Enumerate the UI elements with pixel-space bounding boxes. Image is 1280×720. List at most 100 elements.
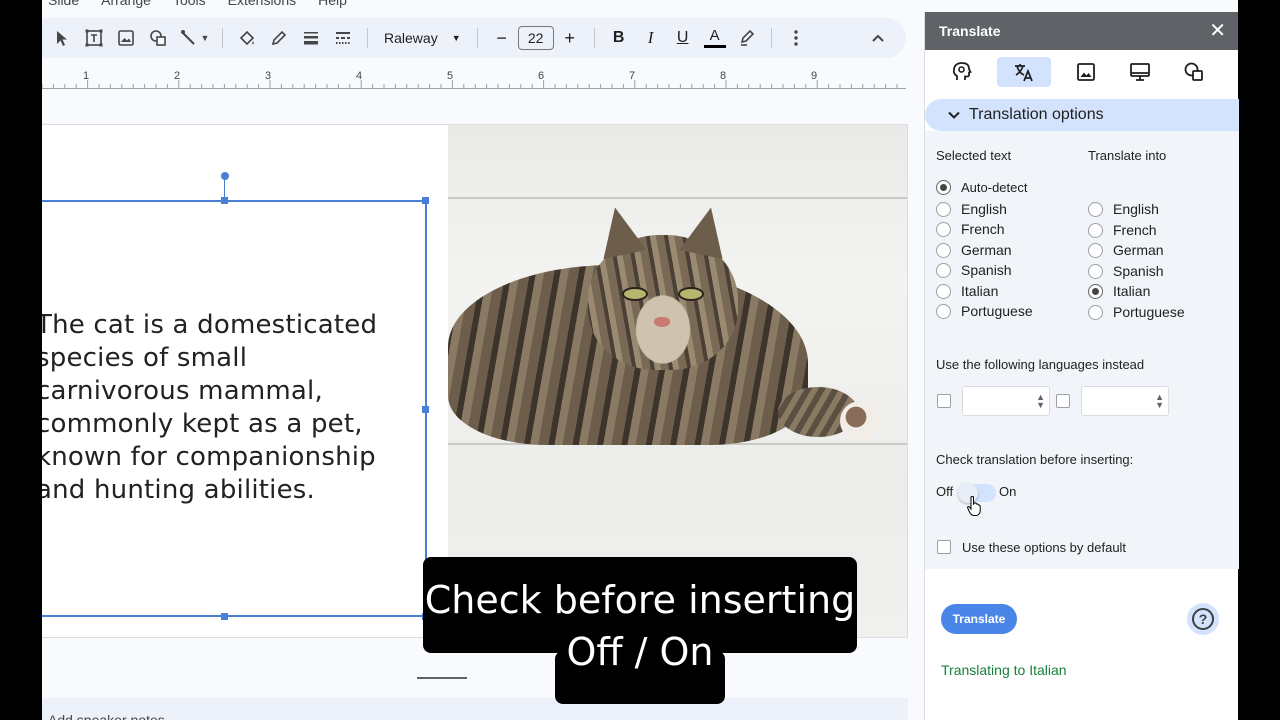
increase-font-size-button[interactable]: + — [554, 23, 586, 53]
menu-slide[interactable]: Slide — [48, 0, 79, 8]
tab-ai[interactable] — [943, 57, 981, 87]
italic-button[interactable]: I — [635, 23, 667, 53]
select-tool-button[interactable] — [46, 23, 78, 53]
text-color-swatch — [703, 45, 726, 48]
caption-line-1: Check before inserting — [424, 578, 856, 622]
ruler-mark-3: 3 — [265, 70, 272, 82]
tab-image[interactable] — [1067, 57, 1105, 87]
radio-button[interactable] — [1088, 263, 1103, 279]
selected-text-heading: Selected text — [936, 148, 1012, 163]
font-size-input[interactable]: 22 — [517, 26, 554, 50]
line-tool-button[interactable]: ▼ — [174, 23, 214, 53]
menu-arrange[interactable]: Arrange — [101, 0, 151, 8]
divider — [770, 28, 772, 48]
underline-button[interactable]: U — [667, 23, 699, 53]
radio-button[interactable] — [1088, 222, 1103, 238]
shape-tool-button[interactable] — [142, 23, 174, 53]
source-french[interactable]: French — [936, 221, 1005, 237]
bold-button[interactable]: B — [603, 23, 635, 53]
translate-button[interactable]: Translate — [941, 604, 1017, 634]
menu-extensions[interactable]: Extensions — [228, 0, 296, 8]
textbox-icon — [85, 29, 103, 47]
cat-ear — [593, 202, 647, 260]
radio-button[interactable] — [936, 303, 951, 319]
source-spanish[interactable]: Spanish — [936, 262, 1012, 278]
resize-handle-top[interactable] — [221, 197, 228, 204]
resize-handle-top-right[interactable] — [422, 197, 429, 204]
radio-label: Spanish — [1113, 263, 1164, 279]
radio-button[interactable] — [936, 242, 951, 258]
source-portuguese[interactable]: Portuguese — [936, 303, 1033, 319]
font-family-select[interactable]: Raleway ▼ — [376, 30, 469, 46]
source-auto-detect[interactable]: Auto-detect — [936, 180, 1028, 195]
text-color-button[interactable]: A — [699, 23, 731, 53]
border-dash-icon — [336, 32, 350, 44]
textbox-tool-button[interactable] — [78, 23, 110, 53]
cat-nose — [654, 317, 670, 327]
image-tool-button[interactable] — [110, 23, 142, 53]
highlight-color-button[interactable] — [731, 23, 763, 53]
radio-button[interactable] — [936, 201, 951, 217]
collapse-toolbar-button[interactable] — [862, 23, 894, 53]
source-language-select[interactable]: ▲ ▼ — [962, 386, 1050, 416]
chevron-up-icon — [872, 34, 884, 42]
radio-button[interactable] — [1088, 304, 1103, 320]
radio-button[interactable] — [936, 221, 951, 237]
speaker-notes[interactable]: Add speaker notes — [42, 698, 908, 720]
resize-handle-right[interactable] — [422, 406, 429, 413]
tab-translate[interactable] — [997, 57, 1051, 87]
updown-icon: ▲ ▼ — [1036, 392, 1045, 410]
fill-color-button[interactable] — [231, 23, 263, 53]
horizontal-ruler[interactable]: 1 2 3 4 5 6 7 8 9 — [42, 66, 906, 92]
translate-into-heading: Translate into — [1088, 148, 1167, 163]
section-title: Translation options — [969, 106, 1104, 123]
translation-options-header[interactable]: Translation options — [925, 99, 1239, 131]
help-button[interactable]: ? — [1187, 603, 1219, 635]
divider — [476, 28, 478, 48]
panel-resize-grip[interactable] — [417, 677, 467, 679]
sidebar-header: Translate ✕ — [925, 12, 1238, 50]
rotate-handle[interactable] — [221, 172, 229, 180]
more-options-button[interactable] — [780, 23, 812, 53]
radio-button[interactable] — [1088, 201, 1103, 217]
target-german[interactable]: German — [1088, 242, 1164, 258]
border-color-button[interactable] — [263, 23, 295, 53]
menu-bar: Slide Arrange Tools Extensions Help — [42, 0, 347, 8]
target-italian[interactable]: Italian — [1088, 283, 1150, 299]
menu-tools[interactable]: Tools — [173, 0, 206, 8]
pencil-icon — [271, 30, 287, 46]
border-weight-button[interactable] — [295, 23, 327, 53]
image-icon — [1077, 63, 1095, 81]
target-language-select[interactable]: ▲ ▼ — [1081, 386, 1169, 416]
target-override-checkbox[interactable] — [1056, 394, 1070, 408]
border-dash-button[interactable] — [327, 23, 359, 53]
ruler-mark-8: 8 — [720, 70, 727, 82]
font-family-value: Raleway — [384, 30, 438, 46]
source-german[interactable]: German — [936, 242, 1012, 258]
cat-eye — [678, 287, 704, 301]
target-portuguese[interactable]: Portuguese — [1088, 304, 1185, 320]
target-french[interactable]: French — [1088, 222, 1157, 238]
source-english[interactable]: English — [936, 201, 1007, 217]
resize-handle-bottom[interactable] — [221, 613, 228, 620]
radio-button[interactable] — [936, 283, 951, 299]
brain-icon — [952, 62, 972, 80]
target-spanish[interactable]: Spanish — [1088, 263, 1164, 279]
source-override-checkbox[interactable] — [937, 394, 951, 408]
radio-button[interactable] — [936, 262, 951, 278]
tab-shapes[interactable] — [1175, 57, 1213, 87]
slide-body-text[interactable]: The cat is a domesticated species of sma… — [42, 309, 408, 507]
radio-button[interactable] — [1088, 242, 1103, 258]
tab-presentation[interactable] — [1121, 57, 1159, 87]
radio-button[interactable] — [936, 180, 951, 195]
translate-sidebar: Translate ✕ Translation options Selected… — [924, 12, 1239, 720]
close-icon[interactable]: ✕ — [1209, 21, 1226, 41]
target-english[interactable]: English — [1088, 201, 1159, 217]
radio-button[interactable] — [1088, 283, 1103, 299]
default-options-checkbox[interactable] — [937, 540, 951, 554]
menu-help[interactable]: Help — [318, 0, 347, 8]
cursor-icon — [57, 31, 67, 46]
source-italian[interactable]: Italian — [936, 283, 998, 299]
decrease-font-size-button[interactable]: − — [486, 23, 518, 53]
monitor-icon — [1130, 63, 1150, 81]
